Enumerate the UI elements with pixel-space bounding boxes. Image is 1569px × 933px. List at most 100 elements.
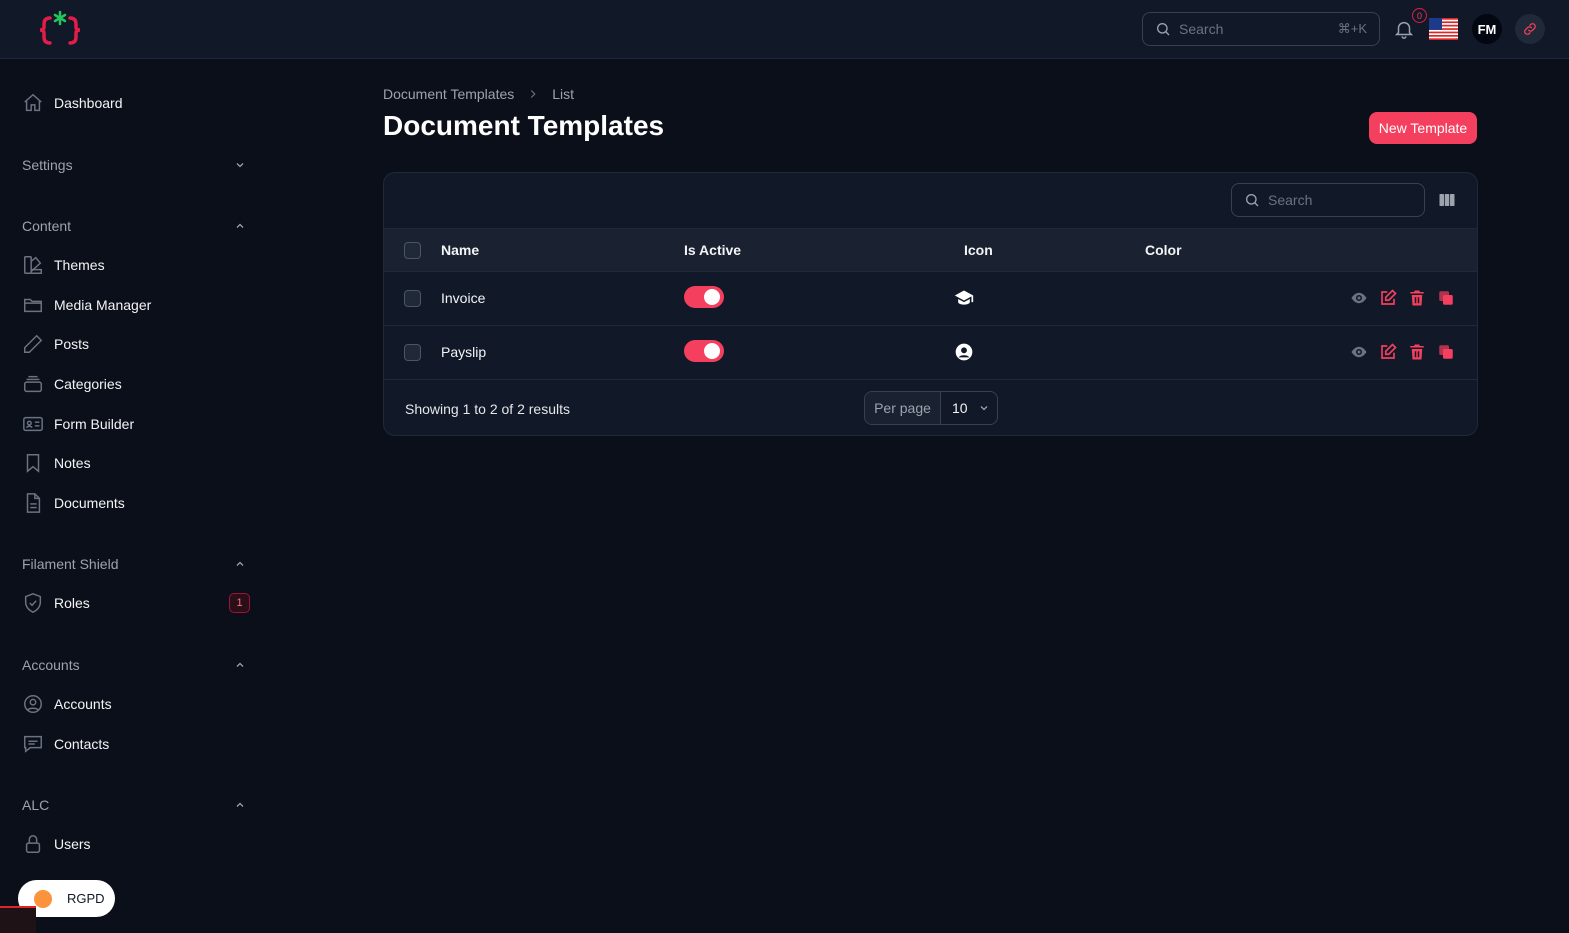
table-row[interactable]: Payslip xyxy=(384,326,1477,380)
global-search-placeholder: Search xyxy=(1179,21,1224,37)
table-search-placeholder: Search xyxy=(1268,192,1313,208)
user-circle-icon xyxy=(954,342,974,362)
folder-icon xyxy=(24,298,42,313)
roles-count-badge: 1 xyxy=(229,593,250,613)
sidebar-item-accounts[interactable]: Accounts xyxy=(14,686,254,722)
per-page-select[interactable]: Per page 10 xyxy=(864,391,998,425)
is-active-toggle[interactable] xyxy=(684,340,724,362)
user-circle-icon xyxy=(24,695,42,713)
duplicate-icon[interactable] xyxy=(1437,343,1455,361)
chevron-up-icon xyxy=(236,662,244,667)
column-header-name[interactable]: Name xyxy=(441,242,479,258)
sidebar-item-notes[interactable]: Notes xyxy=(14,445,254,481)
group-accounts[interactable]: Accounts xyxy=(14,651,254,679)
document-icon xyxy=(26,493,41,513)
edit-icon[interactable] xyxy=(1379,289,1397,307)
column-header-color[interactable]: Color xyxy=(1145,242,1182,258)
trash-icon[interactable] xyxy=(1408,343,1426,361)
search-icon xyxy=(1157,23,1170,36)
per-page-dropdown[interactable]: 10 xyxy=(941,392,997,424)
group-filament-shield[interactable]: Filament Shield xyxy=(14,550,254,578)
table-footer: Showing 1 to 2 of 2 results Per page 10 xyxy=(384,381,1477,435)
sidebar-item-form-builder[interactable]: Form Builder xyxy=(14,406,254,442)
top-bar: Search ⌘+K 0 FM xyxy=(0,0,1569,59)
breadcrumb: Document Templates List xyxy=(383,86,574,102)
user-avatar[interactable]: FM xyxy=(1472,14,1502,44)
per-page-value: 10 xyxy=(952,400,968,416)
chevron-up-icon xyxy=(236,223,244,228)
brackets-star-logo[interactable] xyxy=(38,10,82,48)
breadcrumb-current: List xyxy=(552,86,575,102)
chevron-up-icon xyxy=(236,802,244,807)
notification-count-badge: 0 xyxy=(1412,8,1427,23)
group-label: ALC xyxy=(22,797,50,813)
eye-icon[interactable] xyxy=(1350,343,1368,361)
us-flag-icon[interactable] xyxy=(1429,18,1458,40)
sidebar-item-media-manager[interactable]: Media Manager xyxy=(14,287,254,323)
chat-bubble-icon xyxy=(24,735,42,753)
sidebar-item-label: Users xyxy=(54,836,91,852)
sidebar-item-contacts[interactable]: Contacts xyxy=(14,726,254,762)
breadcrumb-link[interactable]: Document Templates xyxy=(383,86,514,102)
trash-icon[interactable] xyxy=(1408,289,1426,307)
sidebar-item-roles[interactable]: Roles 1 xyxy=(14,585,254,621)
link-icon[interactable] xyxy=(1515,14,1545,44)
sidebar-item-label: Media Manager xyxy=(54,297,152,313)
sidebar-item-themes[interactable]: Themes xyxy=(14,247,254,283)
eye-icon[interactable] xyxy=(1350,289,1368,307)
is-active-toggle[interactable] xyxy=(684,286,724,308)
row-checkbox[interactable] xyxy=(404,290,421,307)
row-actions xyxy=(1350,343,1455,361)
table-search-input[interactable]: Search xyxy=(1231,183,1425,217)
chevron-down-icon xyxy=(980,406,988,411)
group-label: Settings xyxy=(22,157,73,173)
per-page-label: Per page xyxy=(865,392,941,424)
lock-icon xyxy=(25,835,41,853)
page-title: Document Templates xyxy=(383,110,665,141)
results-summary: Showing 1 to 2 of 2 results xyxy=(405,401,570,417)
group-label: Filament Shield xyxy=(22,556,119,572)
group-content[interactable]: Content xyxy=(14,212,254,240)
duplicate-icon[interactable] xyxy=(1437,289,1455,307)
sidebar-item-dashboard[interactable]: Dashboard xyxy=(14,85,254,121)
table-row[interactable]: Invoice xyxy=(384,272,1477,326)
shield-check-icon xyxy=(24,593,42,613)
sidebar-item-label: Contacts xyxy=(54,736,110,752)
sidebar-item-label: Themes xyxy=(54,257,105,273)
graduation-cap-icon xyxy=(954,288,974,308)
select-all-checkbox[interactable] xyxy=(404,242,421,259)
sidebar-item-categories[interactable]: Categories xyxy=(14,366,254,402)
group-label: Content xyxy=(22,218,72,234)
sidebar-item-label: Documents xyxy=(54,495,125,511)
group-settings[interactable]: Settings xyxy=(14,151,254,179)
edit-icon[interactable] xyxy=(1379,343,1397,361)
sidebar-item-documents[interactable]: Documents xyxy=(14,485,254,521)
cookie-icon xyxy=(34,889,52,908)
bookmark-icon xyxy=(26,454,40,473)
group-alc[interactable]: ALC xyxy=(14,791,254,819)
bell-icon[interactable] xyxy=(1393,18,1415,40)
new-template-button[interactable]: New Template xyxy=(1369,112,1477,144)
sidebar-item-label: Accounts xyxy=(54,696,112,712)
row-actions xyxy=(1350,289,1455,307)
palette-swatch-icon xyxy=(24,256,42,274)
row-name: Invoice xyxy=(441,290,486,306)
column-header-icon[interactable]: Icon xyxy=(964,242,993,258)
column-toggle-icon[interactable] xyxy=(1438,191,1456,209)
rgpd-label: RGPD xyxy=(67,891,105,906)
column-header-is-active[interactable]: Is Active xyxy=(684,242,741,258)
row-checkbox[interactable] xyxy=(404,344,421,361)
templates-table: Search Name Is Active Icon Color Invoice… xyxy=(383,172,1478,436)
id-card-icon xyxy=(23,416,43,432)
table-header: Name Is Active Icon Color xyxy=(384,228,1477,272)
sidebar-item-posts[interactable]: Posts xyxy=(14,326,254,362)
sidebar-item-label: Dashboard xyxy=(54,95,123,111)
home-icon xyxy=(24,93,42,112)
chevron-right-icon xyxy=(531,90,536,98)
sidebar-item-users[interactable]: Users xyxy=(14,826,254,862)
global-search-input[interactable]: Search ⌘+K xyxy=(1142,12,1380,46)
sidebar: Dashboard Settings Content Themes Media … xyxy=(0,59,270,933)
chevron-up-icon xyxy=(236,561,244,566)
search-icon xyxy=(1246,194,1259,207)
laravel-debugbar-icon[interactable] xyxy=(0,906,36,933)
